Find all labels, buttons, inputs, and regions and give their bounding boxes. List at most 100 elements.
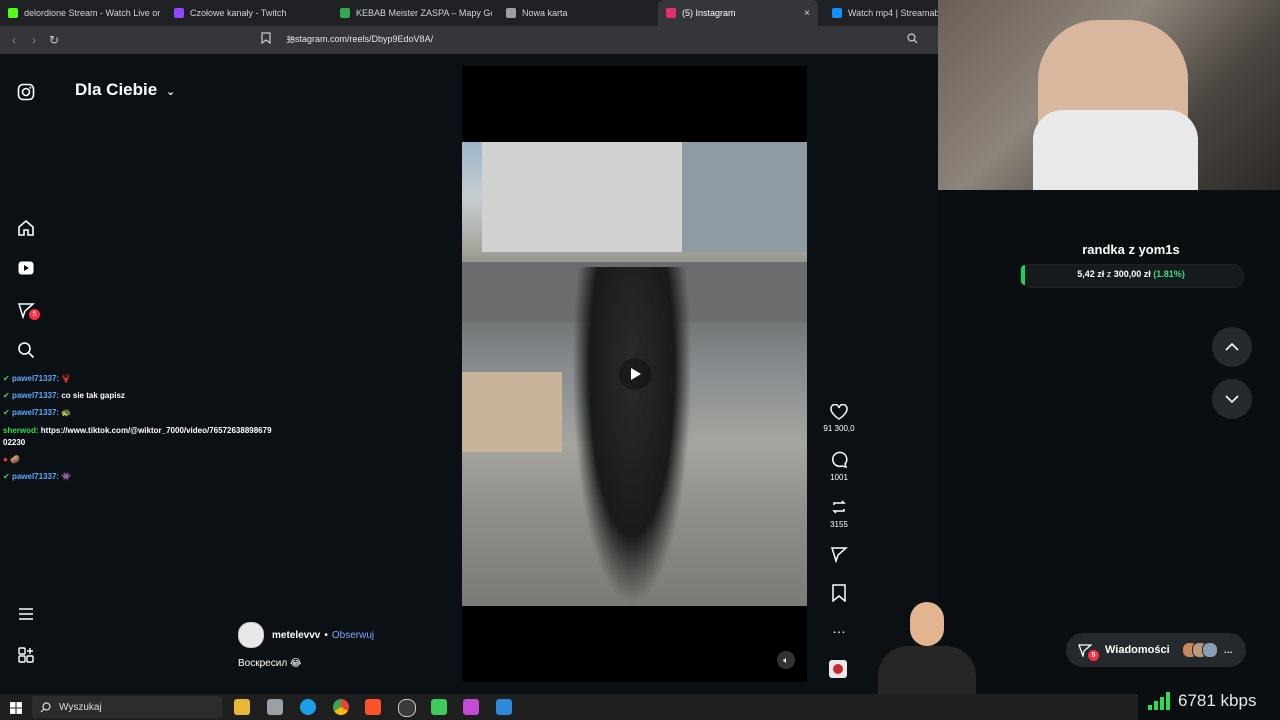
repost-button[interactable]: 3155: [819, 498, 859, 529]
tab-label: KEBAB Meister ZASPA – Mapy Googl: [356, 8, 492, 18]
taskbar-search[interactable]: Wyszukaj: [32, 696, 222, 718]
chat-message: ✔ pawel71337: 🦞: [3, 374, 72, 383]
home-icon[interactable]: [15, 217, 37, 239]
browser-tab[interactable]: Nowa karta: [498, 0, 656, 26]
edge-icon[interactable]: [300, 699, 316, 715]
comment-icon: [832, 451, 848, 469]
tab-label: Watch mp4 | Streamable: [848, 8, 938, 18]
stream-chat: ✔ pawel71337: 🦞 ✔ pawel71337: co sie tak…: [3, 370, 273, 485]
player-icon[interactable]: [431, 699, 447, 715]
chevron-down-icon: ⌄: [165, 86, 176, 98]
app3-icon[interactable]: [496, 699, 512, 715]
bitrate-indicator: 6781 kbps: [1138, 682, 1280, 720]
messages-label: Wiadomości: [1105, 644, 1170, 656]
tab-favicon-icon: [506, 8, 516, 18]
instagram-logo-icon[interactable]: [15, 81, 37, 103]
avatar[interactable]: [238, 622, 264, 648]
chat-message: sherwod: https://www.tiktok.com/@wiktor_…: [3, 425, 273, 449]
mute-button[interactable]: 🔈︎: [777, 651, 795, 669]
chat-text: 🐢: [61, 408, 72, 417]
feed-title-text: Dla Ciebie: [75, 80, 158, 99]
more-icon: …: [1223, 645, 1233, 655]
like-count: 91 300,0: [823, 424, 855, 433]
browser-tab[interactable]: KEBAB Meister ZASPA – Mapy Googl: [332, 0, 492, 26]
back-icon[interactable]: ‹: [6, 32, 22, 48]
url-text[interactable]: instagram.com/reels/Dbyp9EdoV8A/: [288, 34, 433, 44]
chat-username: sherwod:: [3, 426, 39, 435]
chat-username: pawel71337:: [11, 391, 60, 400]
bitrate-text: 6781 kbps: [1178, 691, 1257, 710]
chat-text: 🥔: [10, 455, 21, 464]
close-tab-icon[interactable]: ×: [804, 8, 810, 19]
share-icon: [830, 547, 848, 563]
menu-icon[interactable]: [15, 603, 37, 625]
start-button[interactable]: [10, 701, 22, 719]
more-options-icon[interactable]: …: [819, 620, 859, 636]
tab-favicon-icon: [340, 8, 350, 18]
chat-message: ✔ pawel71337: co sie tak gapisz: [3, 391, 125, 400]
author-username[interactable]: metelevvv: [272, 630, 320, 641]
chrome-icon[interactable]: [333, 699, 349, 715]
comment-count: 1001: [830, 473, 848, 482]
chat-username: pawel71337:: [11, 408, 60, 417]
chat-text: co sie tak gapisz: [61, 391, 125, 400]
browser-tab[interactable]: (5) Instagram ×: [658, 0, 818, 26]
signal-bars-icon: [1148, 692, 1170, 710]
feed-title[interactable]: Dla Ciebie ⌄: [75, 80, 175, 100]
goal-separator: z: [1106, 269, 1112, 279]
bookmark-icon[interactable]: [258, 32, 274, 48]
zoom-icon[interactable]: [904, 32, 920, 48]
apps-icon[interactable]: [15, 644, 37, 666]
app-icon[interactable]: [267, 699, 283, 715]
tab-label: (5) Instagram: [682, 8, 736, 18]
reels-icon[interactable]: [15, 257, 37, 279]
chat-message: ✔ pawel71337: 👾: [3, 472, 72, 481]
follow-button[interactable]: Obserwuj: [332, 630, 374, 641]
windows-icon: [10, 702, 22, 714]
share-button[interactable]: [819, 545, 859, 567]
chat-message: ● 🥔: [3, 455, 21, 464]
chat-username: pawel71337:: [11, 374, 60, 383]
chat-text: 🦞: [61, 374, 72, 383]
next-reel-button[interactable]: [1212, 379, 1252, 419]
previous-reel-button[interactable]: [1212, 327, 1252, 367]
tab-label: Czołowe kanały - Twitch: [190, 8, 287, 18]
browser-tab[interactable]: Czołowe kanały - Twitch: [166, 0, 326, 26]
tab-favicon-icon: [8, 8, 18, 18]
browser-tab[interactable]: Watch mp4 | Streamable: [824, 0, 938, 26]
chat-text[interactable]: https://www.tiktok.com/@wiktor_7000/vide…: [3, 426, 272, 447]
obs-icon[interactable]: [398, 699, 416, 717]
tab-favicon-icon: [174, 8, 184, 18]
forward-icon[interactable]: ›: [26, 32, 42, 48]
chevron-up-icon: [1225, 343, 1239, 351]
goal-title: randka z yom1s: [1082, 242, 1180, 257]
heart-icon: [830, 404, 848, 420]
search-icon[interactable]: [15, 339, 37, 361]
goal-percent: (1.81%): [1153, 269, 1185, 279]
search-icon: [40, 701, 51, 712]
goal-current: 5,42 zł: [1077, 269, 1105, 279]
post-author: metelevvv • Obserwuj: [238, 622, 374, 648]
app2-icon[interactable]: [463, 699, 479, 715]
audio-avatar[interactable]: [829, 660, 847, 678]
play-button[interactable]: [619, 358, 651, 390]
like-button[interactable]: 91 300,0: [819, 404, 859, 433]
notification-badge: 5: [29, 309, 40, 320]
comment-button[interactable]: 1001: [819, 451, 859, 482]
post-caption: Воскресил 😂: [238, 658, 302, 669]
browser-tab[interactable]: delordione Stream - Watch Live on K: [0, 0, 160, 26]
messages-badge: 5: [1088, 649, 1099, 661]
chat-username: pawel71337:: [11, 472, 60, 481]
separator-dot: •: [324, 629, 328, 641]
bookmark-icon: [832, 584, 846, 602]
goal-target: 300,00 zł: [1113, 269, 1151, 279]
file-explorer-icon[interactable]: [234, 699, 250, 715]
repost-icon: [832, 500, 846, 514]
save-button[interactable]: [819, 584, 859, 606]
messages-button[interactable]: 5 Wiadomości …: [1066, 633, 1246, 667]
chevron-down-icon: [1225, 395, 1239, 403]
brave-icon[interactable]: [365, 699, 381, 715]
tab-label: Nowa karta: [522, 8, 568, 18]
reload-icon[interactable]: ↻: [46, 32, 62, 48]
tab-favicon-icon: [666, 8, 676, 18]
